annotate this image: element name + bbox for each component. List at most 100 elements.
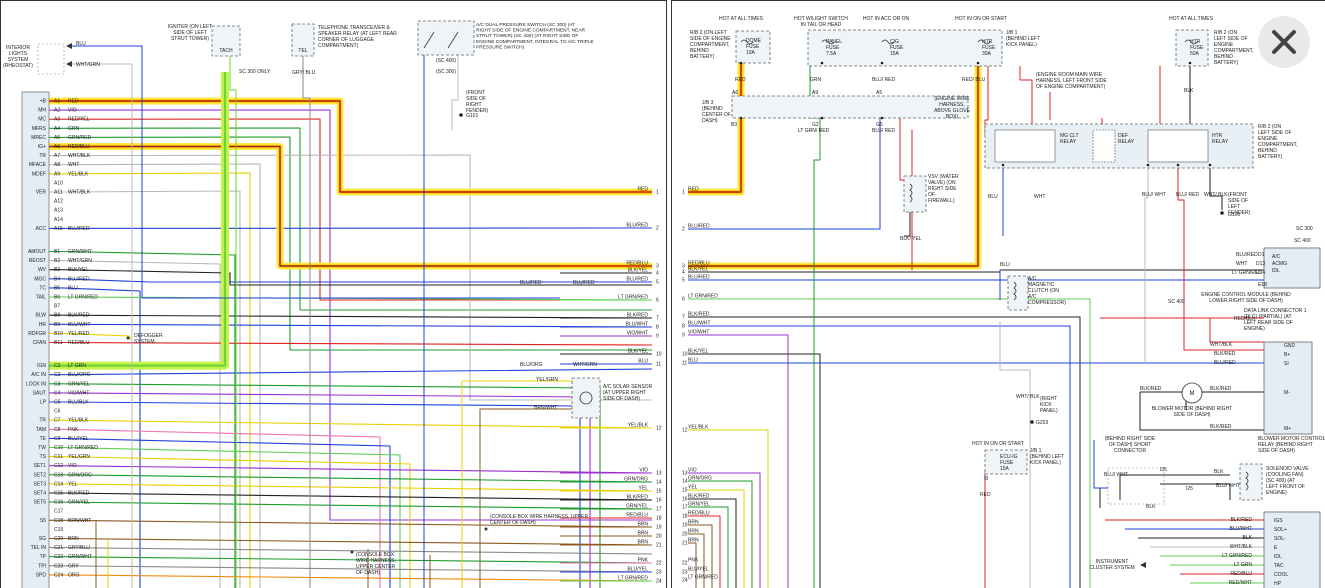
ecu-pin-name: IGN [37,363,46,369]
ecu-pin-name: HR [39,322,47,328]
interior-lights-box [37,43,65,75]
wire-label: BLU [76,41,86,47]
ecu-pin-name: TAIL [36,295,46,301]
ecu-pin-wire-label: BLU [68,285,78,291]
ecu-pin-number: A4 [54,126,60,132]
solenoid-box [1239,463,1263,501]
connector-dot [739,116,743,120]
left-edge-wire-label: GRN/YEL [626,504,648,510]
mid-wire-label: BLU/RED [520,280,542,286]
ecu-pin-number: C4 [54,390,61,396]
mid-wire-label: BLU/RED [573,280,595,286]
left-edge-wire-label: BRN [637,531,648,537]
right-wire [688,269,1264,273]
left-wire [49,401,581,588]
close-button[interactable] [1258,16,1310,68]
right-wire [688,353,821,588]
ecu-pin-name: MGC [34,276,46,282]
ecu-pin-name: AMOUT [28,249,46,255]
ecu-pin-name: TW [38,445,46,451]
right-edge-wire-label: RED/BLU [688,511,710,517]
ecu-pin-name: SET5 [33,500,46,506]
lower-module-wire-label: BLU/WHT [1230,526,1253,532]
ecu-pin-number: A7 [54,153,60,159]
wire-label: BLK [1146,504,1156,510]
ecu-pin-number: C7 [54,418,61,424]
right-edge-number: 15 [682,488,688,494]
ecu-pin-name: LOCK IN [26,381,46,387]
ecu-pin-number: C21 [54,545,63,551]
connector-label: A5 [876,90,882,96]
ecu-pin-wire-label: PNK [68,427,79,433]
ecu-pin-wire-label: BLK/RED [68,313,90,319]
wire-label: BLU/ RED [872,128,895,134]
sc300-label: (SC 300) [436,69,456,75]
right-edge-number: 5 [682,278,685,284]
left-edge-wire-label: BLU/WHT [626,322,649,328]
right-edge-wire-label: PNK [688,558,699,564]
wire-label: BLU/ RED [1176,192,1199,198]
connector-icon [484,527,488,531]
ecu-pin-number: A12 [54,199,63,205]
ecu-pin-wire-label: GRN/YEL [68,381,90,387]
right-edge-wire-label: YEL [688,485,698,491]
connector-label: D14 [1256,270,1265,276]
jb3-label: J/B 3 (BEHIND CENTER OF DASH) [702,100,731,124]
ecu-pin-wire-label: WHT [68,162,79,168]
solar-sensor-label: A/C SOLAR SENSOR (AT UPPER RIGHT SIDE OF D… [603,384,653,402]
left-panel-wires [49,45,653,588]
right-edge-number: 16 [682,497,688,503]
ecu-pin-number: B5 [54,285,60,291]
left-edge-wire-label: BLK/RED [627,495,649,501]
wire-label: BLU/ RED [872,77,895,83]
ecu-pin-name: MREC [31,135,46,141]
lower-module-wire-label: RED/BLU [1230,571,1252,577]
ecu-pin-wire-label: WHT/GRN [68,258,92,264]
ecu-pin-name: ACC [35,226,46,232]
connector-label: D13 [1256,261,1265,267]
ground-icon [459,113,463,117]
right-edge-wire-label: LT GRN/RED [688,294,718,300]
ecu-pin-name: TC [39,285,46,291]
wire-label: BLK/RED [1210,386,1232,392]
left-edge-number: 2 [656,226,659,232]
right-edge-wire-label: VIO/WHT [688,330,709,336]
ecu-pin-name: SAUT [33,390,46,396]
ecu-pin-number: B7 [54,304,60,310]
ecu-pin-number: C10 [54,445,63,451]
ecu-pin-wire-label: YEL [68,481,78,487]
ecu-pin-wire-label: LT GRN/RED [68,445,98,451]
connector-dot [880,61,884,65]
left-edge-number: 6 [656,298,659,304]
lower-module-block [1263,511,1321,588]
wire-label: BLU/RED [1214,360,1236,366]
ecu-pin-number: A10 [54,180,63,186]
left-wire [49,446,401,588]
right-edge-wire-label: BLK/YEL [688,349,709,355]
ecu-pin-number: B4 [54,276,60,282]
ecu-pin-name: REOST [29,258,46,264]
components [0,0,1325,588]
right-edge-wire-label: BLU [688,358,698,364]
sc300-only-label: SC 300 ONLY [239,69,271,75]
ecu-pin-number: B10 [54,331,63,337]
wire-label: WHT/BLK [1210,342,1233,348]
wire-label: WHT/ BLK [1016,394,1040,400]
wire-label: BLK/RED [1140,386,1162,392]
ecu-pin-wire-label: GRN/YEL [68,500,90,506]
wire-label: BLU/ WHT [1142,192,1166,198]
vsv-box [903,175,927,213]
arrow-icon [66,43,72,49]
wire-label: BLU [1000,262,1010,268]
right-wire [688,118,881,230]
ground-icon [1030,420,1034,424]
pressure-switch-box [417,20,475,56]
ecu-pin-wire-label: GRN/WHT [68,554,92,560]
ecu-pin-name: MC [38,117,46,123]
lower-module-pin-label: SOL+ [1274,527,1287,533]
ecu-pin-name: TEL IN [31,545,47,551]
left-edge-number: 1 [656,190,659,196]
ecu-pin-number: C23 [54,563,63,569]
lower-module-wire-label: LT GRN/RED [1222,553,1252,559]
ecu-pin-number: C22 [54,554,63,560]
